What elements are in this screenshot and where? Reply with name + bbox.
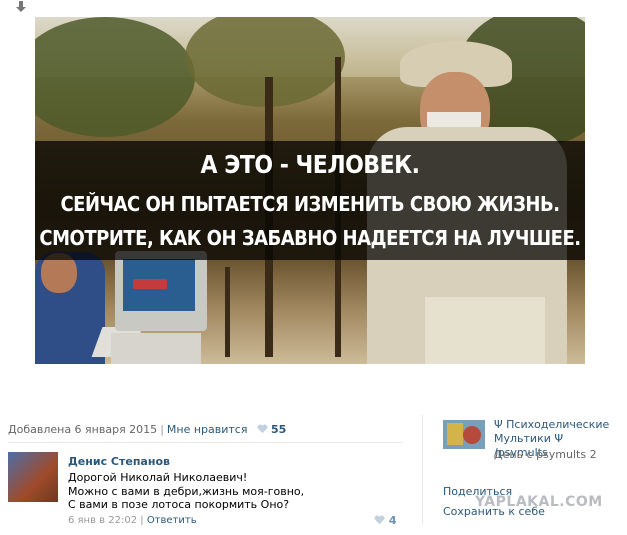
avatar[interactable] bbox=[8, 452, 58, 502]
comment-meta: 6 янв в 22:02 | Ответить bbox=[68, 515, 197, 526]
comment-line: Дорогой Николай Николаевич! bbox=[68, 471, 248, 484]
comment-line: Можно с вами в дебри,жизнь моя-говно, bbox=[68, 484, 305, 498]
comment-line: С вами в позе лотоса покормить Оно? bbox=[68, 498, 290, 511]
post-date: Добавлена 6 января 2015 bbox=[8, 423, 158, 436]
save-button[interactable]: Сохранить к себе bbox=[443, 505, 545, 518]
post-image[interactable]: А ЭТО - ЧЕЛОВЕК. СЕЙЧАС ОН ПЫТАЕТСЯ ИЗМЕ… bbox=[35, 17, 585, 364]
heart-icon[interactable] bbox=[257, 424, 268, 434]
comment-separator: | bbox=[140, 515, 144, 526]
group-logo[interactable] bbox=[443, 420, 485, 456]
like-button[interactable]: Мне нравится bbox=[167, 423, 248, 436]
download-icon[interactable] bbox=[14, 0, 28, 14]
heart-icon[interactable] bbox=[374, 515, 385, 525]
group-day: День с psymults 2 bbox=[494, 448, 597, 461]
divider bbox=[8, 442, 403, 443]
reply-button[interactable]: Ответить bbox=[147, 515, 197, 526]
caption-line-3: СМОТРИТЕ, КАК ОН ЗАБАВНО НАДЕЕТСЯ НА ЛУЧ… bbox=[39, 226, 581, 251]
caption-line-2: СЕЙЧАС ОН ПЫТАЕТСЯ ИЗМЕНИТЬ СВОЮ ЖИЗНЬ. bbox=[60, 192, 560, 217]
man-pants bbox=[425, 297, 545, 364]
logo-shape bbox=[463, 426, 481, 444]
caption-line-1: А ЭТО - ЧЕЛОВЕК. bbox=[200, 151, 420, 180]
post-meta: Добавлена 6 января 2015 | Мне нравится 55 bbox=[8, 423, 286, 436]
comment-text: Дорогой Николай Николаевич! Можно с вами… bbox=[68, 471, 398, 512]
comment-time[interactable]: 6 янв в 22:02 bbox=[68, 515, 137, 526]
column-divider bbox=[422, 415, 423, 525]
share-button[interactable]: Поделиться bbox=[443, 485, 512, 498]
image-trunk bbox=[225, 267, 230, 357]
comment-like[interactable]: 4 bbox=[374, 514, 397, 527]
logo-shape bbox=[447, 423, 463, 445]
computer-case bbox=[111, 333, 201, 364]
comment-like-count: 4 bbox=[388, 514, 397, 527]
logo-strip bbox=[443, 449, 485, 456]
like-count: 55 bbox=[270, 423, 287, 436]
comment-author[interactable]: Денис Степанов bbox=[68, 455, 170, 468]
meta-separator: | bbox=[160, 423, 164, 436]
screen-error-window bbox=[133, 279, 167, 289]
